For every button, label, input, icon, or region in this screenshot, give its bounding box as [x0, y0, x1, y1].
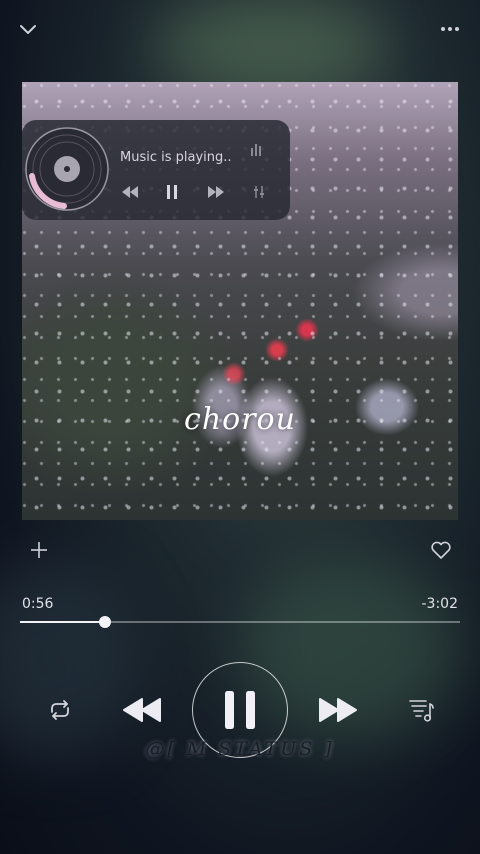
- widget-equalizer-icon[interactable]: [250, 184, 270, 200]
- progress-handle[interactable]: [99, 616, 112, 628]
- widget-pause-icon[interactable]: [162, 184, 182, 200]
- widget-status-text: Music is playing..: [120, 150, 232, 165]
- repeat-icon[interactable]: [46, 697, 74, 723]
- chevron-down-icon[interactable]: [16, 18, 40, 40]
- widget-fast-forward-icon[interactable]: [206, 184, 226, 200]
- plus-icon[interactable]: [28, 539, 50, 561]
- equalizer-bars-icon: [251, 144, 261, 156]
- vinyl-record-icon: [25, 127, 109, 211]
- heart-icon[interactable]: [430, 540, 452, 560]
- watermark-text: @[ M STATUS ]: [145, 738, 335, 760]
- widget-rewind-icon[interactable]: [120, 184, 140, 200]
- rewind-icon[interactable]: [120, 693, 164, 727]
- progress-bar[interactable]: [20, 616, 460, 628]
- remaining-time: -3:02: [421, 596, 459, 612]
- elapsed-time: 0:56: [22, 596, 54, 612]
- fast-forward-icon[interactable]: [316, 693, 360, 727]
- more-options-icon[interactable]: [438, 18, 462, 40]
- queue-icon[interactable]: [406, 695, 436, 725]
- song-title: chorou: [184, 402, 296, 437]
- progress-fill: [20, 621, 106, 623]
- music-widget: Music is playing..: [22, 120, 290, 220]
